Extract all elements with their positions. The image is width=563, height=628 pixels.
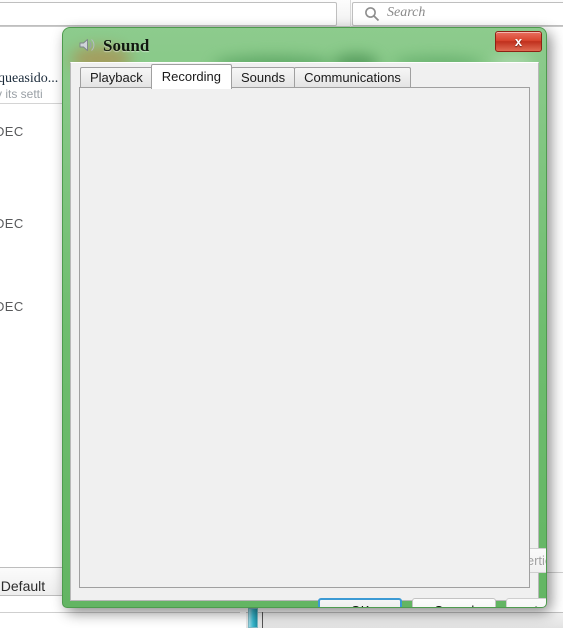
- browser-search-box[interactable]: [352, 2, 563, 26]
- tab-strip: Playback Recording Sounds Communications: [80, 64, 411, 89]
- tab-sounds[interactable]: Sounds: [231, 67, 296, 88]
- close-button[interactable]: x: [495, 31, 542, 52]
- sound-dialog: Sound x Playback Recording Sounds Commun…: [62, 27, 547, 608]
- background-date-label: DEC: [0, 216, 24, 231]
- search-icon: [364, 6, 380, 22]
- background-sub-text: y its setti: [0, 87, 43, 101]
- browser-url-bar[interactable]: [0, 2, 337, 26]
- speaker-icon: [77, 35, 97, 55]
- ok-button[interactable]: OK: [318, 598, 402, 607]
- background-bottom-divider: [0, 612, 240, 613]
- browser-toolbar: Search: [0, 0, 563, 27]
- close-icon: x: [514, 34, 523, 49]
- browser-search-placeholder: Search: [387, 5, 426, 20]
- dialog-title: Sound: [103, 36, 150, 55]
- background-date-label: DEC: [0, 299, 24, 314]
- apply-button[interactable]: Apply: [506, 598, 546, 607]
- background-scrollbar-track[interactable]: [246, 612, 563, 628]
- tab-recording[interactable]: Recording: [150, 64, 233, 89]
- tab-playback[interactable]: Playback: [80, 67, 153, 88]
- cancel-button[interactable]: Cancel: [412, 598, 496, 607]
- background-set-default-label: t Default: [0, 578, 46, 594]
- tab-page: [79, 87, 530, 588]
- background-date-label: DEC: [0, 124, 24, 139]
- background-scrollbar-edge: [262, 612, 263, 628]
- background-tab-text: queasido...: [0, 71, 59, 86]
- dialog-title-bar[interactable]: Sound x: [63, 28, 546, 64]
- tab-communications[interactable]: Communications: [294, 67, 411, 88]
- background-scrollbar-thumb[interactable]: [248, 608, 258, 628]
